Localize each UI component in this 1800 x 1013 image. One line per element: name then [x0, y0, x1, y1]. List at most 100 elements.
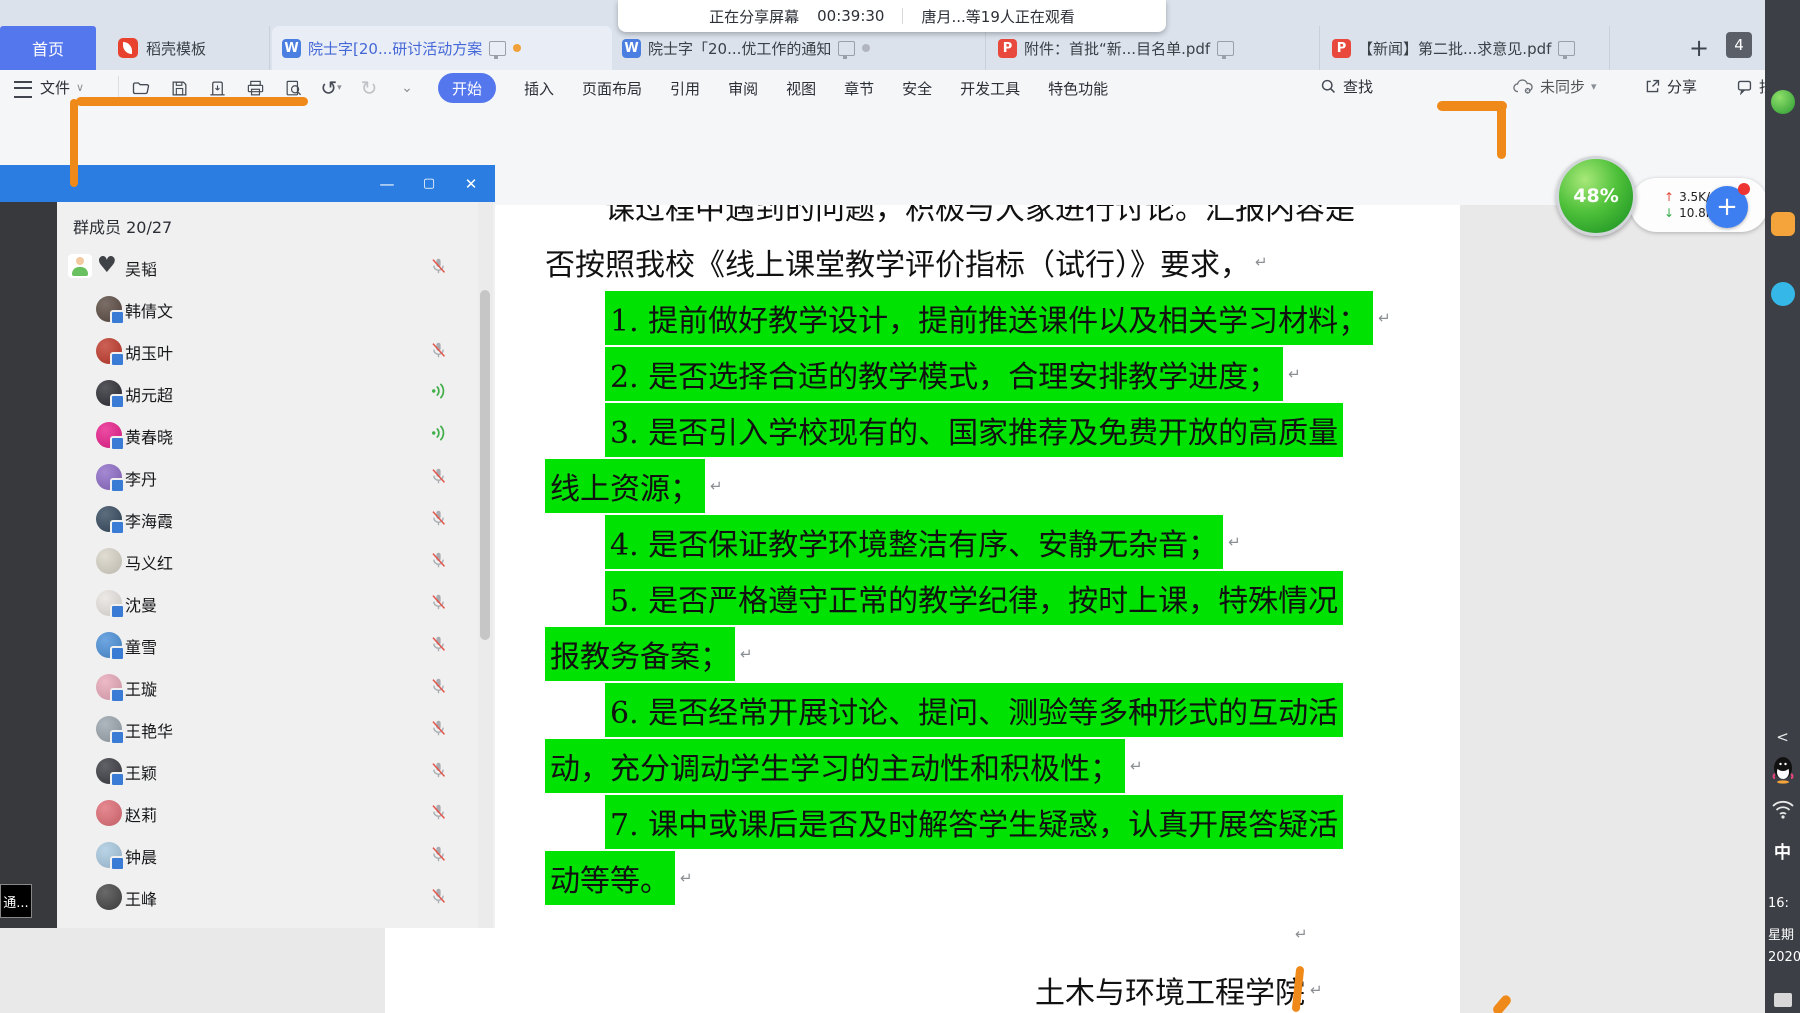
ribbon-tab-开发工具[interactable]: 开发工具 [960, 78, 1020, 99]
paragraph-mark: ↵ [680, 869, 693, 887]
antivirus-tray-icon[interactable] [1765, 90, 1800, 118]
app-tray-icon[interactable] [1765, 282, 1800, 310]
ribbon-tab-插入[interactable]: 插入 [524, 78, 554, 99]
mobile-badge-icon [110, 394, 125, 409]
document-line: 报教务备案；↵ [545, 626, 753, 682]
mic-muted-icon [430, 593, 447, 611]
tab-status-dot [513, 44, 521, 52]
input-method-indicator[interactable]: 中 [1765, 838, 1800, 863]
doc-tab-1[interactable]: W院士字[20...研讨活动方案 [272, 26, 612, 70]
clock-date: 2020 [1765, 950, 1800, 965]
paragraph-mark: ↵ [1255, 253, 1268, 271]
mobile-badge-icon [110, 310, 125, 325]
sync-status[interactable]: 未同步 ▾ [1512, 76, 1597, 97]
close-button[interactable]: ✕ [461, 175, 481, 193]
member-panel: 群成员 20/27 ♥吴韬韩倩文胡玉叶胡元超黄春晓李丹李海霞马义红沈曼童雪王璇王… [57, 202, 495, 928]
mic-muted-icon [430, 845, 447, 863]
member-row[interactable]: 王颖 [57, 750, 495, 792]
doc-tab-2[interactable]: W院士字「20...优工作的通知 [612, 26, 986, 70]
owner-heart-icon: ♥ [97, 254, 117, 278]
member-row[interactable]: 沈曼 [57, 582, 495, 624]
member-avatar [96, 590, 122, 616]
ribbon-tab-页面布局[interactable]: 页面布局 [582, 78, 642, 99]
highlighted-text: 3. 是否引入学校现有的、国家推荐及免费开放的高质量 [605, 403, 1343, 457]
document-line: 动等等。↵ [545, 850, 693, 906]
document-line: 6. 是否经常开展讨论、提问、测验等多种形式的互动活 [605, 682, 1343, 738]
member-row[interactable]: 王峰 [57, 876, 495, 918]
ribbon-tab-审阅[interactable]: 审阅 [728, 78, 758, 99]
member-row[interactable]: 童雪 [57, 624, 495, 666]
paragraph-mark: ↵ [1295, 925, 1308, 943]
member-row[interactable]: 李海霞 [57, 498, 495, 540]
doc-tab-3[interactable]: P附件：首批“新...目名单.pdf [988, 26, 1320, 70]
qq-tray-icon[interactable] [1765, 756, 1800, 784]
find-button[interactable]: 查找 [1320, 76, 1373, 97]
member-row[interactable]: 王璇 [57, 666, 495, 708]
member-row[interactable]: 黄春晓 [57, 414, 495, 456]
redo-icon[interactable]: ↻ [358, 77, 380, 99]
member-row[interactable]: 胡玉叶 [57, 330, 495, 372]
network-progress-ball[interactable]: 48% [1556, 156, 1636, 236]
highlighted-text: 2. 是否选择合适的教学模式，合理安排教学进度； [605, 347, 1283, 401]
download-arrow-icon: ↓ [1664, 206, 1674, 220]
more-commands-icon[interactable]: ⌄ [396, 77, 418, 99]
ribbon-tab-特色功能[interactable]: 特色功能 [1048, 78, 1108, 99]
member-row[interactable]: 李丹 [57, 456, 495, 498]
doc-tab-4[interactable]: P【新闻】第二批...求意见.pdf [1322, 26, 1610, 70]
print-icon[interactable] [244, 77, 266, 99]
undo-icon[interactable]: ↺▾ [320, 77, 342, 99]
mic-muted-icon [430, 341, 447, 359]
share-button[interactable]: 分享 [1644, 76, 1697, 97]
member-avatar [96, 338, 122, 364]
mobile-badge-icon [110, 604, 125, 619]
ribbon-tab-开始[interactable]: 开始 [438, 73, 496, 103]
save-icon[interactable] [168, 77, 190, 99]
mic-muted-icon [430, 719, 447, 737]
member-row[interactable]: 胡元超 [57, 372, 495, 414]
document-line: 动，充分调动学生学习的主动性和积极性；↵ [545, 738, 1143, 794]
member-row[interactable]: 王艳华 [57, 708, 495, 750]
ribbon-tab-引用[interactable]: 引用 [670, 78, 700, 99]
doc-tab-label: 附件：首批“新...目名单.pdf [1024, 38, 1210, 59]
document-line: 5. 是否严格遵守正常的教学纪律，按时上课，特殊情况 [605, 570, 1343, 626]
chat-notification-window[interactable]: 通... [0, 884, 32, 918]
document-line: 1. 提前做好教学设计，提前推送课件以及相关学习材料；↵ [605, 290, 1391, 346]
member-name: 王璇 [125, 676, 157, 700]
new-tab-button[interactable]: + [1682, 30, 1716, 66]
member-row[interactable]: 钟晨 [57, 834, 495, 876]
member-avatar [96, 506, 122, 532]
notification-dot [1738, 183, 1750, 195]
divider [902, 8, 903, 24]
home-tab[interactable]: 首页 [0, 26, 96, 70]
office-tray-icon[interactable] [1765, 212, 1800, 240]
member-row[interactable]: 赵莉 [57, 792, 495, 834]
member-list-scroll-thumb[interactable] [480, 290, 490, 640]
share-status: 正在分享屏幕 [709, 6, 799, 27]
minimize-button[interactable]: — [377, 175, 397, 193]
mic-muted-icon [430, 257, 447, 275]
clock-time[interactable]: 16: [1765, 896, 1800, 911]
hamburger-icon[interactable] [14, 81, 32, 98]
mic-muted-icon [430, 761, 447, 779]
member-row[interactable]: 马义红 [57, 540, 495, 582]
tab-count-badge[interactable]: 4 [1726, 32, 1752, 58]
print-preview-icon[interactable] [282, 77, 304, 99]
notification-center-icon[interactable] [1765, 992, 1800, 1011]
ribbon-tab-章节[interactable]: 章节 [844, 78, 874, 99]
ribbon-tab-视图[interactable]: 视图 [786, 78, 816, 99]
tray-expand-chevron[interactable]: < [1765, 728, 1800, 746]
member-row[interactable]: 韩倩文 [57, 288, 495, 330]
wifi-tray-icon[interactable] [1765, 798, 1800, 820]
file-menu[interactable]: 文件 ∨ [40, 77, 84, 98]
member-name: 王峰 [125, 886, 157, 910]
maximize-button[interactable]: ▢ [419, 176, 439, 191]
paragraph-mark: ↵ [1288, 365, 1301, 383]
monitor-icon [489, 41, 506, 56]
ribbon-tab-安全[interactable]: 安全 [902, 78, 932, 99]
member-avatar [96, 548, 122, 574]
output-icon[interactable] [206, 77, 228, 99]
open-folder-icon[interactable] [130, 77, 152, 99]
template-tab[interactable]: 稻壳模板 [100, 26, 270, 70]
member-row[interactable]: ♥吴韬 [57, 246, 495, 288]
share-viewers[interactable]: 唐月...等19人正在观看 [921, 6, 1074, 27]
